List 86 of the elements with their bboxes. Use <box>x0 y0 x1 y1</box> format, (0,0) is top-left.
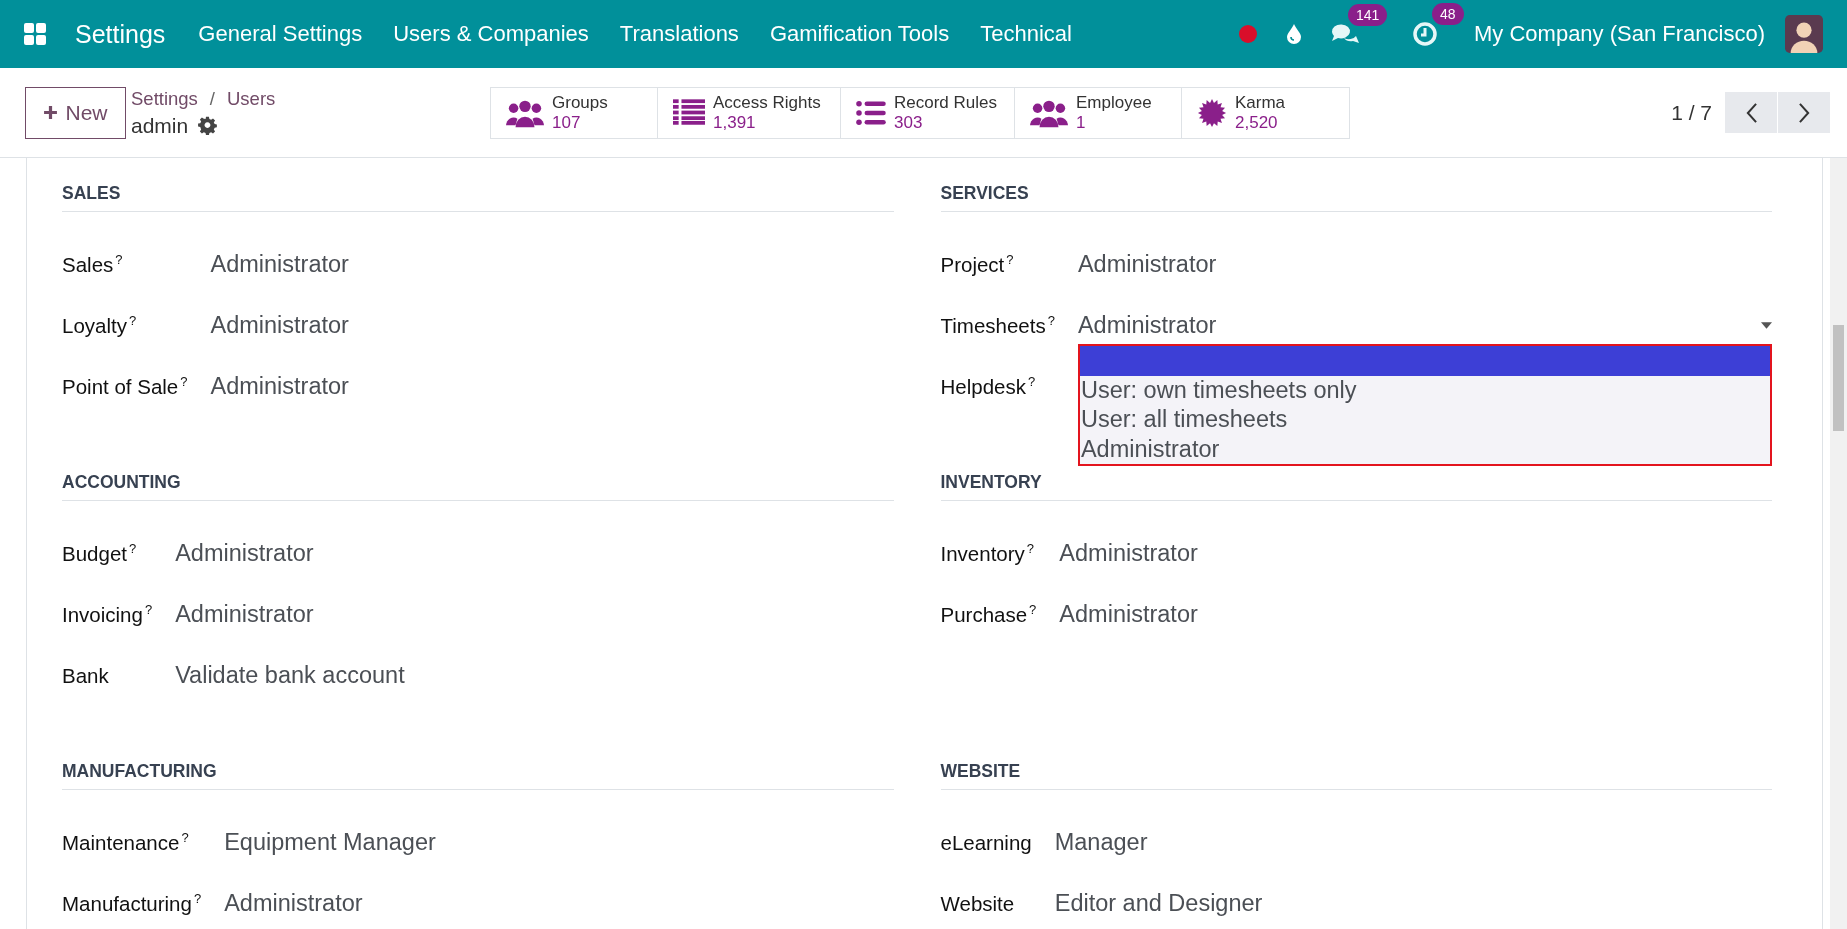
new-button[interactable]: New <box>25 86 126 139</box>
pager-counter: 1 / 7 <box>1671 100 1712 125</box>
dropdown-option[interactable]: User: own timesheets only <box>1079 375 1770 405</box>
smart-button[interactable]: Record Rules 303 <box>840 86 1015 139</box>
field-label: Budget$^{?}$ <box>62 540 138 567</box>
smart-button[interactable]: Groups 107 <box>490 86 658 139</box>
stat-label: Access Rights <box>713 92 821 113</box>
field-value: Manager <box>1054 829 1148 856</box>
counter-badge: 48 <box>1432 3 1464 25</box>
menu-item[interactable]: Gamification Tools <box>769 21 950 47</box>
section-title: MANUFACTURING <box>62 761 894 790</box>
menu-item[interactable]: General Settings <box>198 21 363 47</box>
list-icon <box>673 99 705 126</box>
section-title: SALES <box>62 183 894 212</box>
chat-icon[interactable] <box>1330 22 1360 46</box>
burst-icon <box>1197 97 1227 128</box>
field-label: Invoicing$^{?}$ <box>62 601 153 628</box>
field-value: Administrator <box>175 601 314 628</box>
clock-icon[interactable] <box>1412 21 1438 47</box>
previous-button[interactable] <box>1725 92 1777 133</box>
plus-icon <box>43 105 59 120</box>
field-label: Helpdesk$^{?}$ <box>940 373 1037 400</box>
stat-label: Employee <box>1076 92 1152 113</box>
field-label: Timesheets$^{?}$ <box>940 312 1055 339</box>
field-value: Administrator <box>210 373 349 400</box>
field-value: Validate bank account <box>175 662 405 689</box>
field-label: Project$^{?}$ <box>940 251 1015 278</box>
stat-value: 1,391 <box>713 112 757 133</box>
field-label: Website <box>940 891 1016 917</box>
scrollbar[interactable] <box>1830 158 1847 929</box>
next-button[interactable] <box>1778 92 1830 133</box>
user-avatar[interactable] <box>1785 15 1823 53</box>
field-label: Point of Sale$^{?}$ <box>62 373 188 400</box>
menu-item[interactable]: Translations <box>619 21 739 47</box>
field-label: eLearning <box>940 830 1032 856</box>
field-value: Administrator <box>1059 540 1198 567</box>
breadcrumb-link[interactable]: Users <box>227 87 276 110</box>
breadcrumb-separator: / <box>209 87 215 110</box>
field-value: Administrator <box>210 312 349 339</box>
chevron-right-icon <box>1797 101 1811 124</box>
app-title[interactable]: Settings <box>75 19 166 49</box>
bullet-list-icon <box>856 100 886 125</box>
stat-value: 2,520 <box>1235 112 1279 133</box>
section-title: SERVICES <box>940 183 1772 212</box>
smart-button[interactable]: Access Rights 1,391 <box>657 86 841 139</box>
field-value: Administrator <box>1059 601 1198 628</box>
stat-label: Groups <box>552 92 608 113</box>
field-value: Equipment Manager <box>224 829 436 856</box>
field-value: Editor and Designer <box>1054 890 1263 917</box>
select-field[interactable]: Administrator <box>1077 312 1772 339</box>
field-label: Loyalty$^{?}$ <box>62 312 138 339</box>
field-label: Manufacturing$^{?}$ <box>62 890 202 917</box>
stat-value: 303 <box>894 112 924 133</box>
record-title: admin <box>131 113 189 138</box>
menu-item[interactable]: Technical <box>980 21 1072 47</box>
scrollbar-thumb[interactable] <box>1833 325 1844 431</box>
field-value: Administrator <box>175 540 314 567</box>
field-label: Maintenance$^{?}$ <box>62 829 190 856</box>
field-label: Sales$^{?}$ <box>62 251 124 278</box>
drop-icon[interactable] <box>1286 23 1302 45</box>
field-value: Administrator <box>210 251 349 278</box>
caret-down-icon <box>1761 322 1772 329</box>
smart-button[interactable]: Karma 2,520 <box>1181 86 1350 139</box>
menu-item[interactable]: Users & Companies <box>393 21 589 47</box>
settings-icon[interactable] <box>198 116 218 135</box>
dropdown-option[interactable]: User: all timesheets <box>1079 405 1770 435</box>
counter-badge: 141 <box>1348 4 1388 26</box>
field-label: Bank <box>62 663 110 689</box>
apps-menu-icon[interactable] <box>23 22 47 46</box>
breadcrumb-link[interactable]: Settings <box>131 87 198 110</box>
company-switcher[interactable]: My Company (San Francisco) <box>1474 21 1765 47</box>
stat-value: 1 <box>1076 112 1087 133</box>
field-value: Administrator <box>1077 251 1217 278</box>
chevron-left-icon <box>1744 101 1758 124</box>
section-title: INVENTORY <box>940 472 1772 501</box>
section-title: ACCOUNTING <box>62 472 894 501</box>
stat-value: 107 <box>552 112 582 133</box>
field-label: Inventory$^{?}$ <box>940 540 1036 567</box>
recording-dot-icon[interactable] <box>1238 24 1258 44</box>
section-title: WEBSITE <box>940 761 1772 790</box>
stat-label: Karma <box>1235 92 1286 113</box>
dropdown-option[interactable]: Administrator <box>1079 434 1770 464</box>
stat-label: Record Rules <box>894 92 997 113</box>
field-label: Purchase$^{?}$ <box>940 601 1037 628</box>
smart-button[interactable]: Employee 1 <box>1014 86 1182 139</box>
field-value: Administrator <box>224 890 363 917</box>
